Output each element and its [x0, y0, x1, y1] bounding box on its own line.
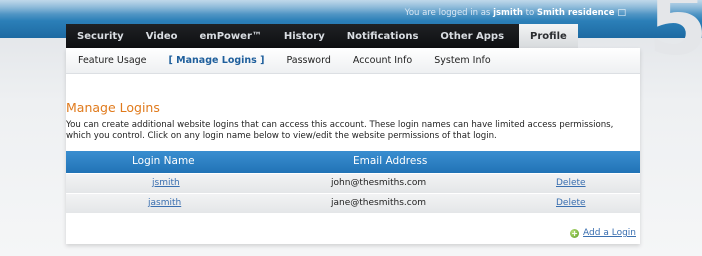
login-status: You are logged in as jsmith to Smith res…: [405, 8, 626, 18]
logged-in-username: jsmith: [493, 8, 523, 18]
plus-icon: +: [570, 228, 580, 238]
login-name-link[interactable]: jsmith: [152, 178, 180, 188]
add-login-button[interactable]: + Add a Login: [570, 228, 636, 238]
subnav-system-info[interactable]: System Info: [434, 55, 490, 66]
subnav-account-info[interactable]: Account Info: [353, 55, 412, 66]
page-description: You can create additional website logins…: [66, 120, 614, 141]
table-row: jsmith john@thesmiths.com Delete: [66, 174, 640, 194]
tab-other-apps[interactable]: Other Apps: [429, 24, 515, 48]
login-prefix: You are logged in as: [404, 8, 494, 18]
table-row: jasmith jane@thesmiths.com Delete: [66, 194, 640, 214]
email-address: jane@thesmiths.com: [331, 198, 426, 208]
logout-icon[interactable]: □: [617, 8, 626, 18]
column-header-login-name: Login Name: [132, 155, 195, 167]
add-login-label[interactable]: Add a Login: [583, 228, 636, 238]
column-header-email: Email Address: [353, 155, 428, 167]
subnav-manage-logins[interactable]: [ Manage Logins ]: [169, 55, 265, 66]
subnav-feature-usage[interactable]: Feature Usage: [78, 55, 147, 66]
login-name-link[interactable]: jasmith: [148, 198, 181, 208]
main-nav: Security Video emPower™ History Notifica…: [66, 24, 578, 48]
content-panel: Feature Usage [ Manage Logins ] Password…: [66, 48, 640, 244]
tab-notifications[interactable]: Notifications: [336, 24, 430, 48]
delete-link[interactable]: Delete: [556, 178, 586, 188]
tab-profile[interactable]: Profile: [519, 24, 578, 48]
account-name: Smith residence: [536, 8, 615, 18]
login-middle: to: [522, 8, 537, 18]
logins-table-header: Login Name Email Address: [66, 151, 640, 173]
step-number-badge: 5: [648, 0, 702, 75]
tab-security[interactable]: Security: [66, 24, 135, 48]
page-title: Manage Logins: [66, 100, 160, 115]
delete-link[interactable]: Delete: [556, 198, 586, 208]
tab-history[interactable]: History: [273, 24, 336, 48]
subnav-password[interactable]: Password: [286, 55, 330, 66]
tab-empower[interactable]: emPower™: [189, 24, 273, 48]
tab-video[interactable]: Video: [135, 24, 189, 48]
sub-nav: Feature Usage [ Manage Logins ] Password…: [66, 48, 640, 74]
email-address: john@thesmiths.com: [331, 178, 427, 188]
